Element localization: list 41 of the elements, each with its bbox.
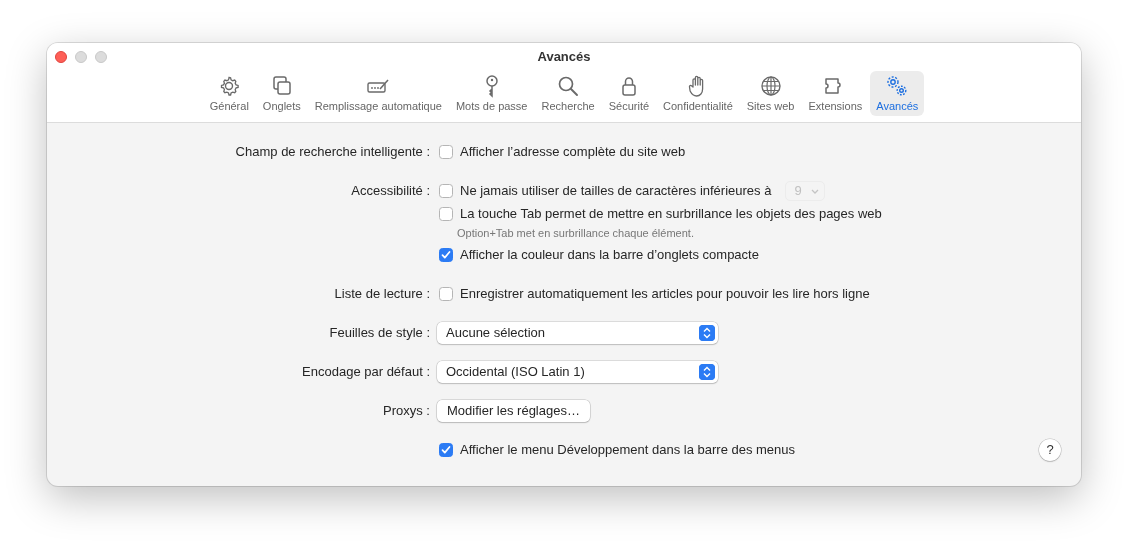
- checkbox[interactable]: [439, 247, 453, 262]
- checkbox-label: Ne jamais utiliser de tailles de caractères inférieures à: [460, 183, 772, 198]
- checkbox[interactable]: [439, 183, 453, 198]
- setting-label: Feuilles de style :: [328, 324, 430, 342]
- minimize-button[interactable]: [75, 51, 87, 63]
- stepper-icon: [699, 324, 715, 341]
- toolbar-tab[interactable]: Sécurité: [602, 71, 656, 116]
- checkbox[interactable]: [439, 286, 453, 301]
- checkbox-label: Afficher le menu Développement dans la barre des menus: [460, 442, 796, 457]
- search-icon: [556, 74, 581, 98]
- toolbar-tab[interactable]: Général: [203, 71, 255, 116]
- hint-text: Option+Tab met en surbrillance chaque élément.: [456, 226, 695, 241]
- setting-label: Accessibilité :: [350, 182, 430, 200]
- setting-label: Liste de lecture :: [333, 285, 430, 303]
- checkbox[interactable]: [439, 206, 453, 221]
- help-button[interactable]: ?: [1039, 438, 1061, 461]
- checkbox[interactable]: [439, 144, 453, 159]
- toolbar-tab[interactable]: Remplissage automatique: [308, 71, 448, 116]
- window-title: Avancés: [537, 49, 591, 64]
- toolbar-tab[interactable]: Confidentialité: [657, 71, 739, 116]
- setting-label: Encodage par défaut :: [301, 363, 430, 381]
- toolbar-tab[interactable]: Recherche: [535, 71, 601, 116]
- settings-button[interactable]: Modifier les réglages…: [437, 399, 590, 422]
- globe-icon: [758, 74, 783, 98]
- checkbox-label: Afficher l’adresse complète du site web: [460, 144, 686, 159]
- toolbar-tab[interactable]: Mots de passe: [449, 71, 534, 116]
- toolbar-tab[interactable]: Onglets: [256, 71, 307, 116]
- checkbox[interactable]: [439, 442, 453, 457]
- stepper-icon: [699, 363, 715, 380]
- toolbar-tab[interactable]: Avancés: [870, 71, 925, 116]
- toolbar-tab[interactable]: Extensions: [802, 71, 869, 116]
- popup-menu[interactable]: Occidental (ISO Latin 1): [437, 360, 718, 383]
- setting-label: Proxys :: [382, 402, 430, 420]
- checkbox-label: La touche Tab permet de mettre en surbrillance les objets des pages web: [460, 206, 882, 221]
- checkbox-label: Afficher la couleur dans la barre d’onglets compacte: [460, 247, 759, 262]
- zoom-button[interactable]: [95, 51, 107, 63]
- toolbar-tab[interactable]: Sites web: [740, 71, 801, 116]
- checkbox-label: Enregistrer automatiquement les articles pour pouvoir les lire hors ligne: [460, 286, 870, 301]
- popup-menu[interactable]: Aucune sélection: [437, 321, 718, 344]
- close-button[interactable]: [55, 51, 67, 63]
- setting-label: Champ de recherche intelligente :: [234, 143, 430, 161]
